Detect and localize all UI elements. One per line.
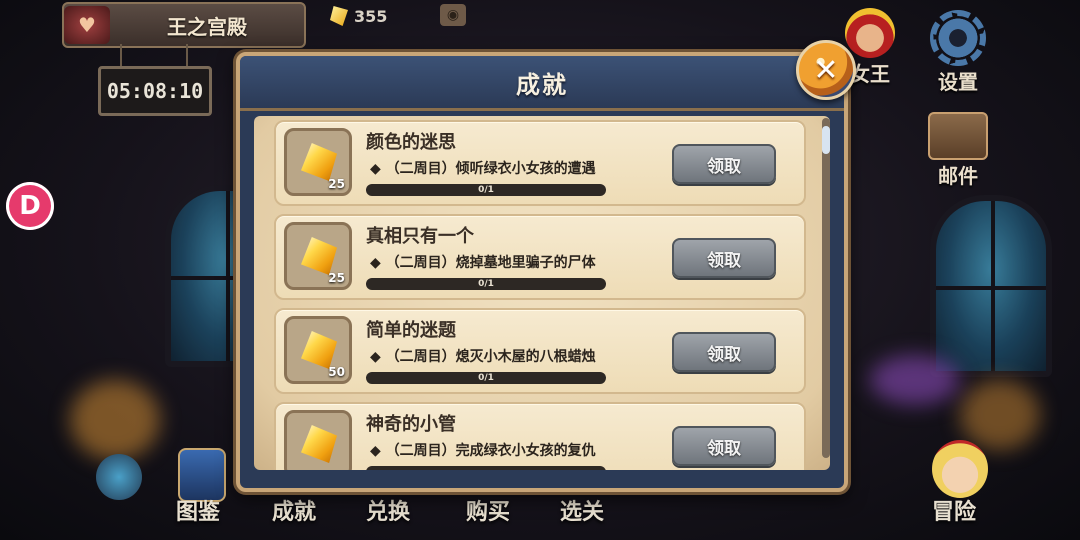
crystal-reward-icon [301,237,337,275]
nav-compendium[interactable]: 图鉴 [176,494,220,526]
progress-bar [366,466,606,470]
progress-bar: 0/1 [366,372,606,384]
location-title: 王之宫殿 [167,14,247,39]
crystal-reward-icon [301,425,337,463]
gear-icon [930,10,986,66]
achievement-row: 25 真相只有一个 ◆ （二周目）烧掉墓地里骗子的尸体 0/1 领取 [274,214,806,300]
claim-button[interactable]: 领取 [672,426,776,466]
achievement-name: 神奇的小管 [366,414,456,435]
achievement-name: 真相只有一个 [366,226,474,247]
achievement-row: 50 简单的迷题 ◆ （二周目）熄灭小木屋的八根蜡烛 0/1 领取 [274,308,806,394]
achievement-name: 颜色的迷思 [366,132,456,153]
crystal-counter: 355 [330,6,387,26]
adventure-girl-icon [932,440,988,498]
progress-bar: 0/1 [366,278,606,290]
compendium-icon [96,454,142,500]
list-scrollbar[interactable] [822,118,830,458]
reward-quantity: 25 [328,271,345,285]
queen-icon [845,8,895,58]
nav-exchange[interactable]: 兑换 [366,494,410,526]
achievement-description: ◆ （二周目）烧掉墓地里骗子的尸体 [370,255,596,271]
reward-quantity: 25 [328,177,345,191]
crystal-count-value: 355 [354,6,388,26]
timer-chain-left [120,44,122,68]
bottom-nav: 图鉴 成就 兑换 购买 选关 冒险 [0,440,1080,540]
candle-glow-left [70,380,160,460]
progress-text: 0/1 [478,185,494,195]
crystal-reward-icon [301,331,337,369]
reward-slot: 25 [284,222,352,290]
reward-slot: 50 [284,316,352,384]
countdown-timer: 05:08:10 [98,66,212,116]
achievement-description: ◆ （二周目）倾听绿衣小女孩的遭遇 [370,161,596,177]
crystal-reward-icon [301,143,337,181]
achievement-row: 神奇的小管 ◆ （二周目）完成绿衣小女孩的复仇 领取 [274,402,806,470]
nav-adventure[interactable]: 冒险 [932,494,976,526]
achievement-list[interactable]: 25 颜色的迷思 ◆ （二周目）倾听绿衣小女孩的遭遇 0/1 领取 25 真相只有一个 ◆ （… [254,116,830,470]
achievement-description: ◆ （二周目）熄灭小木屋的八根蜡烛 [370,349,596,365]
candle-glow-right [960,380,1040,450]
claim-button[interactable]: 领取 [672,238,776,278]
achievement-row: 25 颜色的迷思 ◆ （二周目）倾听绿衣小女孩的遭遇 0/1 领取 [274,120,806,206]
settings-label: 设置 [938,70,978,94]
achievements-dialog: 成就 25 颜色的迷思 ◆ （二周目）倾听绿衣小女孩的遭遇 0/1 领取 25 真相只有一个… [236,52,848,492]
heart-emblem-icon: ♥ [64,6,110,44]
dialog-title: 成就 [516,70,568,99]
mail-label: 邮件 [938,164,978,188]
background-window-right [930,195,1052,377]
nav-stage-select[interactable]: 选关 [560,494,604,526]
achievement-name: 简单的迷题 [366,320,456,341]
reward-slot [284,410,352,470]
reward-quantity: 50 [328,365,345,379]
dialog-header: 成就 [240,56,844,111]
settings-button[interactable]: 设置 [926,10,990,95]
progress-text: 0/1 [478,279,494,289]
nav-purchase[interactable]: 购买 [466,494,510,526]
nav-achievements[interactable]: 成就 [272,494,316,526]
progress-bar: 0/1 [366,184,606,196]
timer-chain-right [186,44,188,68]
scrollbar-thumb[interactable] [822,126,830,154]
reward-slot: 25 [284,128,352,196]
claim-button[interactable]: 领取 [672,332,776,372]
camera-icon[interactable]: ◉ [440,4,466,26]
claim-button[interactable]: 领取 [672,144,776,184]
achievement-description: ◆ （二周目）完成绿衣小女孩的复仇 [370,443,596,459]
crystal-icon [330,6,348,26]
progress-text: 0/1 [478,373,494,383]
mailbox-icon [928,112,988,160]
progress-text [366,466,606,470]
close-button[interactable]: ✕ [796,40,856,100]
cauldron-glow [870,355,960,405]
location-plate: ♥ 王之宫殿 [62,2,306,48]
floating-app-button[interactable]: D [6,182,54,230]
mail-button[interactable]: 邮件 [926,112,990,189]
